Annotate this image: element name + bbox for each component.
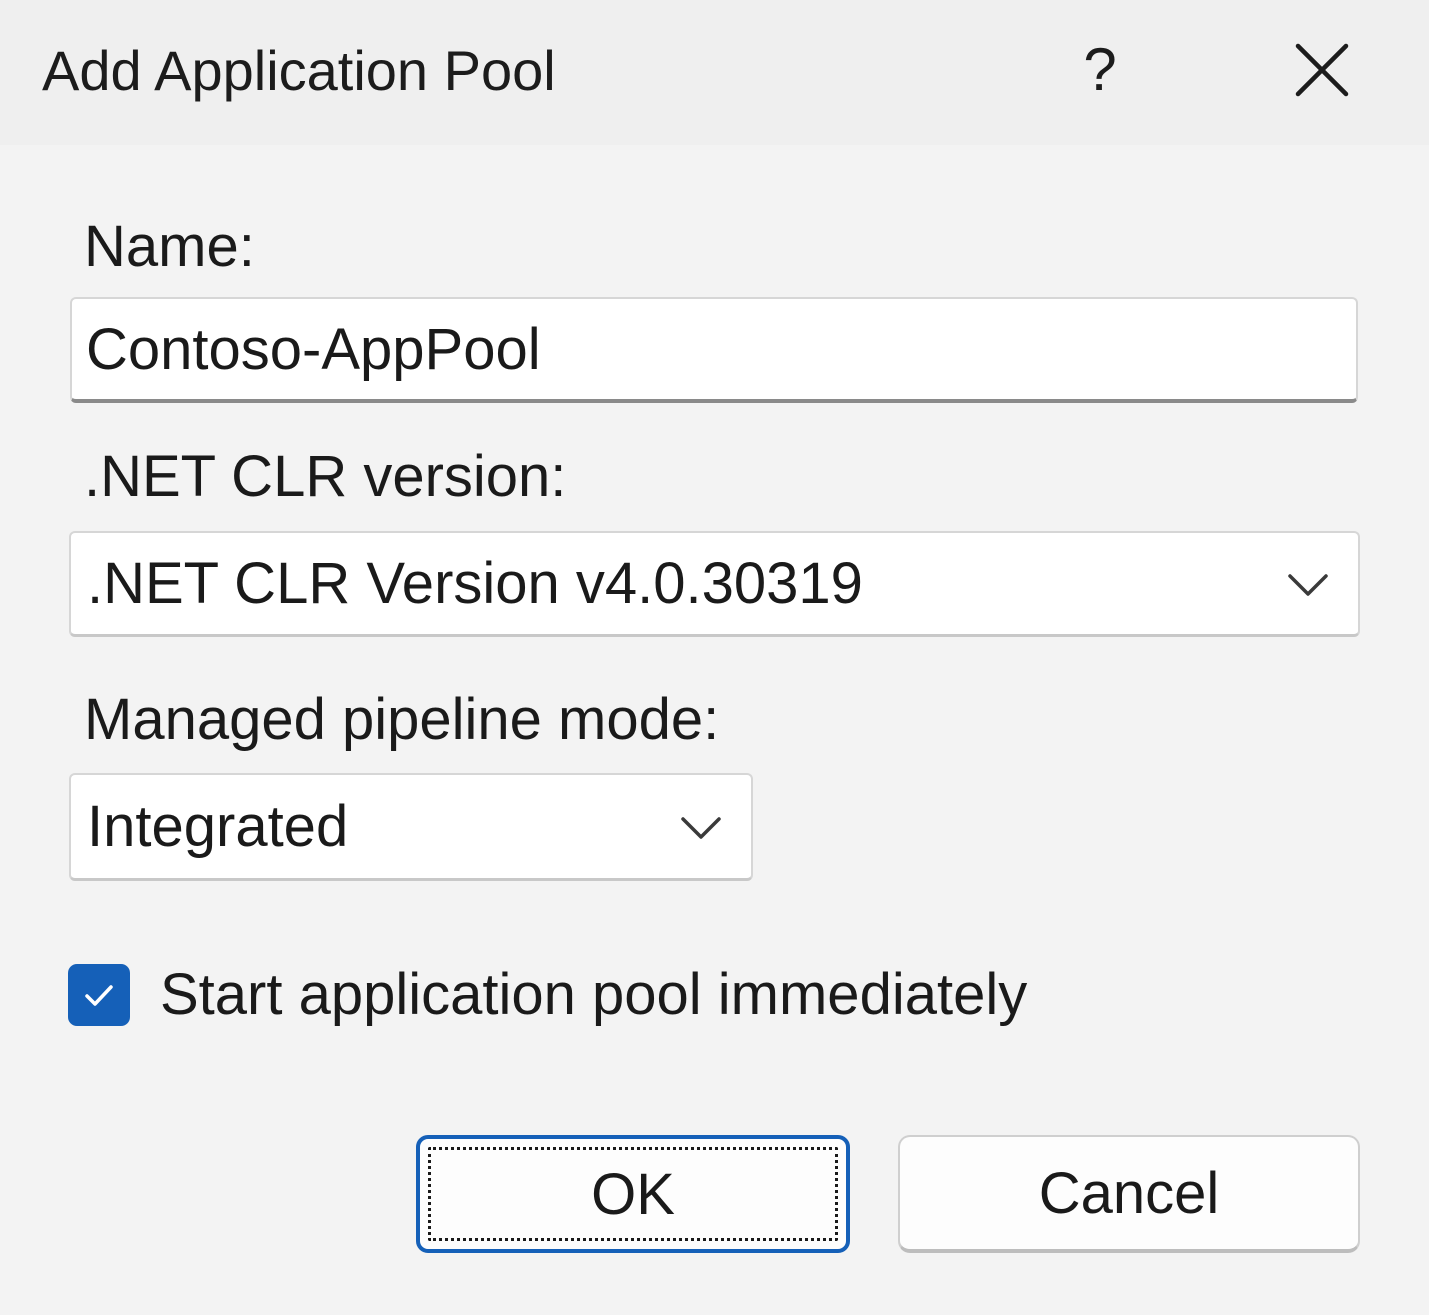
start-immediately-option[interactable]: Start application pool immediately: [68, 960, 1027, 1030]
name-input[interactable]: [86, 315, 1356, 383]
clr-version-selected: .NET CLR Version v4.0.30319: [87, 551, 863, 616]
dialog-content: Name: .NET CLR version: .NET CLR Version…: [0, 145, 1429, 1315]
close-icon: [1295, 43, 1349, 97]
close-button[interactable]: [1284, 36, 1360, 106]
cancel-button-label: Cancel: [1038, 1160, 1220, 1226]
add-application-pool-dialog: Add Application Pool ? Name: .NET CLR ve…: [0, 0, 1429, 1315]
cancel-button[interactable]: Cancel: [898, 1135, 1360, 1253]
clr-version-dropdown[interactable]: .NET CLR Version v4.0.30319: [69, 531, 1360, 637]
name-field[interactable]: [70, 297, 1358, 403]
chevron-down-icon: [681, 816, 721, 839]
ok-button-label: OK: [591, 1161, 675, 1227]
start-immediately-label: Start application pool immediately: [160, 962, 1028, 1027]
pipeline-mode-dropdown[interactable]: Integrated: [69, 773, 753, 881]
chevron-down-icon: [1288, 573, 1328, 596]
checkmark-icon: [85, 985, 113, 1006]
clr-version-label: .NET CLR version:: [84, 444, 567, 509]
name-label: Name:: [84, 214, 255, 279]
pipeline-mode-selected: Integrated: [87, 794, 349, 859]
start-immediately-checkbox[interactable]: [68, 964, 130, 1026]
help-button[interactable]: ?: [1068, 34, 1132, 106]
dialog-title: Add Application Pool: [42, 39, 556, 102]
pipeline-mode-label: Managed pipeline mode:: [84, 687, 720, 752]
ok-button[interactable]: OK: [416, 1135, 850, 1253]
title-bar: Add Application Pool ?: [0, 0, 1429, 145]
